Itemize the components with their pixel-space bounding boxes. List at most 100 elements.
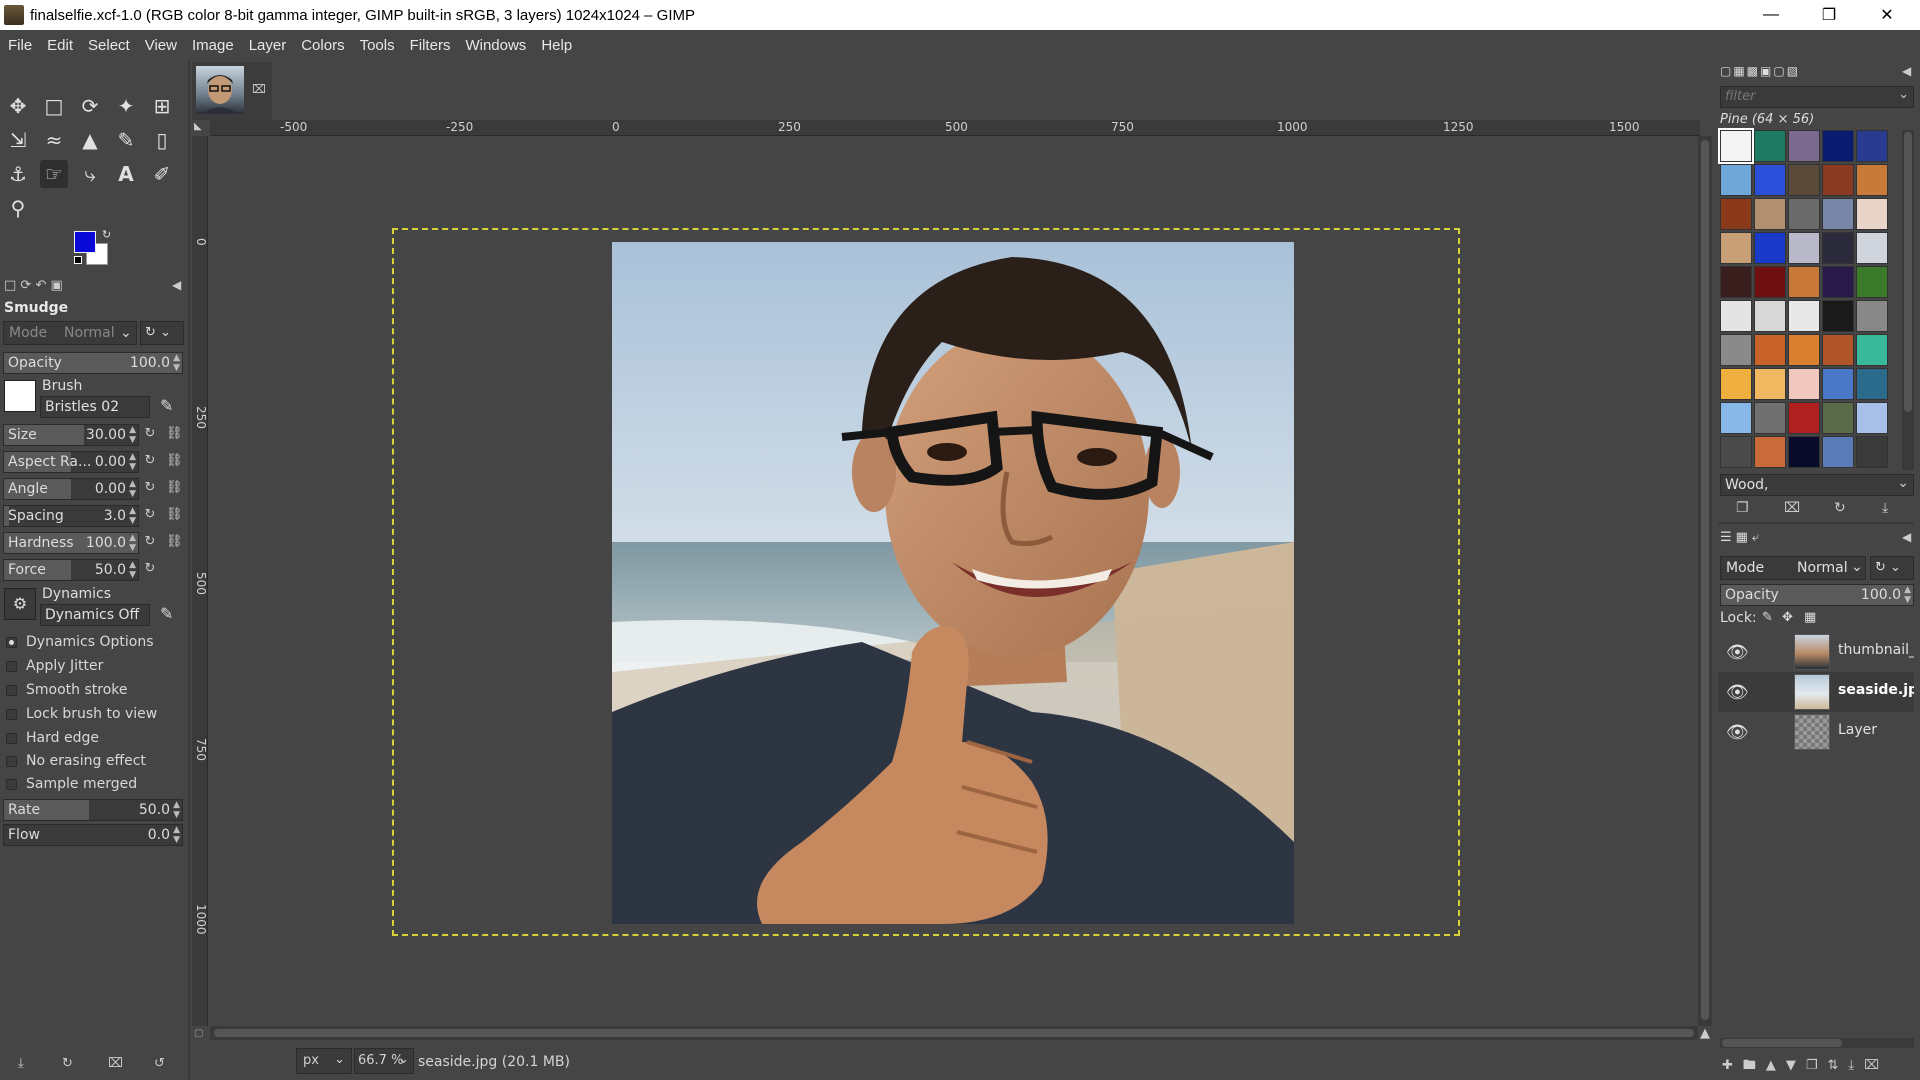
vertical-ruler[interactable]: 0 250 500 750 1000 [192,136,208,1026]
spin-arrows-icon[interactable]: ▲ ▼ [129,425,136,445]
save-tool-preset-icon[interactable]: ⤓ [18,1056,24,1071]
spin-arrows-icon[interactable]: ▲ ▼ [129,479,136,499]
mode-reset-dropdown[interactable]: ↻ ⌄ [140,321,184,345]
quick-mask-corner-icon[interactable]: ◣ [194,121,202,132]
pattern-swatch[interactable] [1720,368,1752,400]
layer-action-buttons[interactable]: ✚🖿▲▼❐⇅⤓⌧ [1722,1056,1889,1078]
vertical-scroll-thumb[interactable] [1701,140,1709,1020]
menu-colors[interactable]: Colors [293,37,351,54]
dynamics-options-toggle[interactable]: Dynamics Options [6,634,154,650]
spin-arrows-icon[interactable]: ▲ ▼ [129,452,136,472]
open-pattern-icon[interactable]: ⤓ [1882,500,1888,516]
zoom-tool-icon[interactable]: ⚲ [4,194,32,222]
menu-view[interactable]: View [137,37,184,54]
spin-arrows-icon[interactable]: ▲ ▼ [129,560,136,580]
pattern-swatch[interactable] [1788,198,1820,230]
reset-tool-options-icon[interactable]: ↺ [154,1056,165,1071]
eye-icon[interactable]: 👁 [1726,682,1749,703]
layer-row-layer[interactable]: 👁 Layer [1718,712,1914,752]
menu-filters[interactable]: Filters [402,37,458,54]
lock-pixels-icon[interactable]: ✎ [1762,610,1773,625]
edit-dynamics-icon[interactable]: ✎ [160,604,173,623]
pattern-swatch[interactable] [1856,164,1888,196]
rect-select-tool-icon[interactable]: □ [40,92,68,120]
flow-slider[interactable]: Flow 0.0 ▲ ▼ [3,824,183,846]
hard-edge-checkbox[interactable]: Hard edge [6,730,99,746]
lock-position-icon[interactable]: ✥ [1782,610,1793,625]
layer-opacity-slider[interactable]: Opacity 100.0 ▲ ▼ [1720,584,1914,606]
spin-arrows-icon[interactable]: ▲ ▼ [173,825,180,845]
pattern-swatch[interactable] [1822,198,1854,230]
hardness-slider[interactable]: Hardness 100.0 ▲ ▼ [3,532,139,554]
pattern-swatch[interactable] [1720,436,1752,468]
pattern-swatch[interactable] [1822,164,1854,196]
menu-help[interactable]: Help [533,37,579,54]
pattern-swatch[interactable] [1754,130,1786,162]
pattern-swatch[interactable] [1788,334,1820,366]
no-erasing-checkbox[interactable]: No erasing effect [6,753,146,769]
dynamics-name-field[interactable]: Dynamics Off [40,604,150,626]
duplicate-pattern-icon[interactable]: ❐ [1736,500,1749,516]
spacing-slider[interactable]: Spacing 3.0 ▲ ▼ [3,505,139,527]
transform-tool-icon[interactable]: ⇲ [4,126,32,154]
pattern-swatch[interactable] [1754,436,1786,468]
clone-tool-icon[interactable]: ⚓ [4,160,32,188]
close-icon[interactable]: ✕ [1858,0,1916,30]
smooth-stroke-checkbox[interactable]: Smooth stroke [6,682,128,698]
dynamics-preview-icon[interactable]: ⚙ [4,588,36,620]
pattern-swatch[interactable] [1720,266,1752,298]
size-slider[interactable]: Size 30.00 ▲ ▼ [3,424,139,446]
panel-menu-icon[interactable]: ◀ [172,278,181,292]
pattern-swatch[interactable] [1720,164,1752,196]
reset-icon[interactable]: ↻ [142,453,158,471]
fuzzy-select-tool-icon[interactable]: ✦ [112,92,140,120]
smudge-tool-icon[interactable]: ☞ [40,160,68,188]
pattern-swatch[interactable] [1856,402,1888,434]
quick-mask-toggle-icon[interactable]: ▢ [194,1028,203,1039]
menu-tools[interactable]: Tools [352,37,402,54]
horizontal-scrollbar[interactable] [210,1026,1698,1040]
dock-tab-icons[interactable]: ▢▦▩▣▢▧ [1720,64,1800,78]
restore-tool-preset-icon[interactable]: ↻ [62,1056,73,1071]
pattern-swatch[interactable] [1788,436,1820,468]
default-colors-icon[interactable] [74,256,82,264]
pattern-swatch[interactable] [1856,368,1888,400]
menu-edit[interactable]: Edit [39,37,80,54]
horizontal-ruler[interactable]: -500 -250 0 250 500 750 1000 1250 1500 [210,120,1700,136]
pattern-swatch[interactable] [1788,402,1820,434]
sample-merged-checkbox[interactable]: Sample merged [6,776,137,792]
pattern-swatch[interactable] [1720,334,1752,366]
chain-link-icon[interactable]: ⛓ [166,453,183,471]
pattern-swatch[interactable] [1754,232,1786,264]
edit-brush-icon[interactable]: ✎ [160,396,173,415]
spin-arrows-icon[interactable]: ▲ ▼ [173,800,180,820]
pattern-filter-input[interactable]: filter ⌄ [1720,86,1914,108]
text-tool-icon[interactable]: A [112,160,140,188]
menu-windows[interactable]: Windows [457,37,533,54]
pattern-swatch[interactable] [1788,266,1820,298]
aspect-ratio-slider[interactable]: Aspect Ra... 0.00 ▲ ▼ [3,451,139,473]
panel-menu-icon[interactable]: ◀ [1902,64,1911,78]
horizontal-scroll-thumb[interactable] [214,1029,1694,1037]
lock-brush-checkbox[interactable]: Lock brush to view [6,706,157,722]
chain-link-icon[interactable]: ⛓ [166,507,183,525]
pattern-swatch[interactable] [1720,198,1752,230]
menu-image[interactable]: Image [184,37,241,54]
pattern-scrollbar[interactable] [1902,130,1914,470]
pattern-swatch[interactable] [1754,334,1786,366]
crop-tool-icon[interactable]: ⊞ [148,92,176,120]
minimize-icon[interactable]: — [1742,0,1800,30]
pattern-swatch[interactable] [1788,300,1820,332]
pattern-swatch[interactable] [1718,128,1754,164]
brush-name-field[interactable]: Bristles 02 [40,396,150,418]
menu-layer[interactable]: Layer [241,37,294,54]
layers-tab-icons[interactable]: ☰▦⤶ [1720,530,1763,545]
opacity-slider[interactable]: Opacity 100.0 ▲ ▼ [3,352,183,374]
menu-select[interactable]: Select [80,37,137,54]
chain-link-icon[interactable]: ⛓ [166,480,183,498]
delete-pattern-icon[interactable]: ⌧ [1784,500,1800,516]
pattern-swatch[interactable] [1754,266,1786,298]
force-slider[interactable]: Force 50.0 ▲ ▼ [3,559,139,581]
reset-icon[interactable]: ↻ [142,507,158,525]
menu-file[interactable]: File [0,37,39,54]
